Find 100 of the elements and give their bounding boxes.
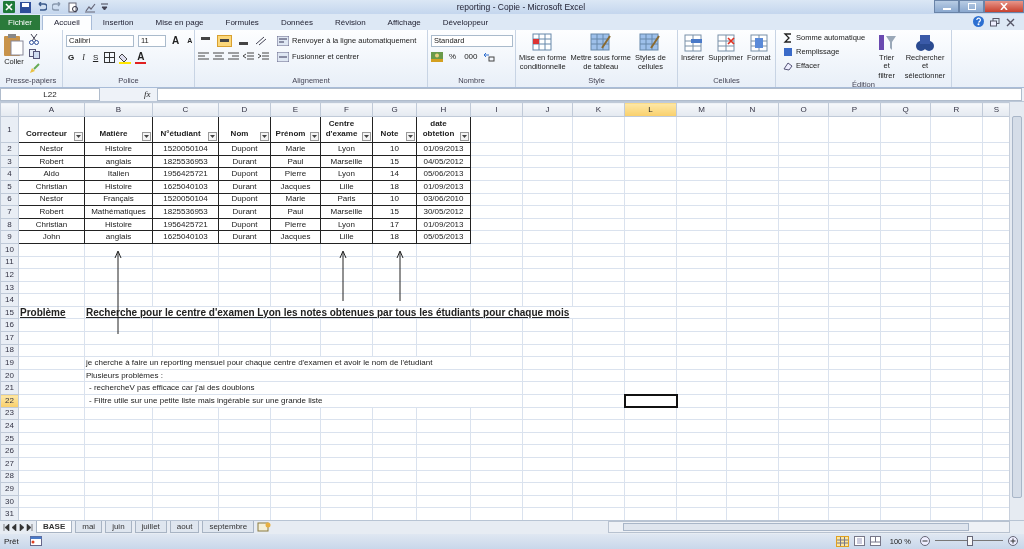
italic-button[interactable]: I xyxy=(80,53,87,63)
filter-dropdown-button[interactable] xyxy=(362,132,371,142)
column-header[interactable]: C xyxy=(152,102,219,117)
column-header[interactable]: Q xyxy=(880,102,931,117)
sheet-tab[interactable]: aout xyxy=(169,521,200,534)
customize-icon[interactable] xyxy=(101,2,108,12)
normal-view-icon[interactable] xyxy=(835,535,849,547)
table-cell: Dupont xyxy=(218,218,271,231)
filter-dropdown-button[interactable] xyxy=(74,132,83,142)
close-icon[interactable] xyxy=(1006,17,1015,27)
column-header[interactable]: I xyxy=(470,102,523,117)
table-cell: Robert xyxy=(18,205,85,219)
ribbon-tab[interactable]: Insertion xyxy=(91,14,145,30)
table-cell: 1956425721 xyxy=(152,218,219,231)
filter-dropdown-button[interactable] xyxy=(208,132,217,142)
macro-record-icon[interactable] xyxy=(29,536,42,547)
table-cell: Histoire xyxy=(84,218,153,231)
column-header[interactable]: R xyxy=(930,102,983,117)
font-color-button[interactable]: A xyxy=(135,51,147,64)
column-header[interactable]: P xyxy=(828,102,881,117)
column-header[interactable]: G xyxy=(372,102,417,117)
active-cell[interactable] xyxy=(624,394,677,408)
sheet-tab[interactable]: juillet xyxy=(134,521,167,534)
filter-dropdown-button[interactable] xyxy=(310,132,319,142)
undo-icon[interactable] xyxy=(36,2,47,13)
grow-font-button[interactable]: A xyxy=(170,35,182,47)
column-header[interactable]: B xyxy=(84,102,153,117)
table-cell: Durant xyxy=(218,230,271,244)
wrap-text-icon xyxy=(277,35,289,46)
align-left-icon[interactable] xyxy=(198,52,209,62)
increase-indent-icon[interactable] xyxy=(258,52,269,62)
maximize-button[interactable] xyxy=(959,0,984,13)
save-icon[interactable] xyxy=(20,1,31,13)
column-header[interactable]: L xyxy=(624,102,677,117)
sheet-tab[interactable]: juin xyxy=(105,521,132,534)
sheet-navigation-icon[interactable] xyxy=(3,523,33,531)
scissors-icon[interactable] xyxy=(29,33,39,45)
ribbon-tab[interactable]: Révision xyxy=(323,14,377,30)
percent-button[interactable]: % xyxy=(447,52,459,62)
command-icon xyxy=(783,32,793,43)
cells-grid-icon xyxy=(682,32,703,53)
column-header[interactable]: S xyxy=(982,102,1009,117)
borders-icon[interactable] xyxy=(104,52,116,64)
ribbon-tab[interactable]: Mise en page xyxy=(144,14,215,30)
align-center-icon[interactable] xyxy=(213,52,224,62)
table-cell: 18 xyxy=(372,230,417,244)
insert-function-button[interactable]: fx xyxy=(144,89,151,100)
column-heading: date obtetion xyxy=(421,119,456,141)
ribbon-tab[interactable]: Données xyxy=(269,14,324,30)
underline-button[interactable]: S xyxy=(90,53,101,63)
column-header[interactable]: A xyxy=(18,102,85,117)
column-header[interactable]: H xyxy=(416,102,471,117)
chart-icon[interactable] xyxy=(84,1,96,13)
zoom-out-icon[interactable] xyxy=(920,536,930,547)
ribbon-tab[interactable]: Développeur xyxy=(431,14,500,30)
column-header[interactable]: O xyxy=(778,102,829,117)
horizontal-scrollbar[interactable] xyxy=(608,521,1010,534)
filter-dropdown-button[interactable] xyxy=(460,132,469,142)
filter-dropdown-button[interactable] xyxy=(260,132,269,142)
ribbon-tab[interactable]: Formules xyxy=(214,14,270,30)
thousands-button[interactable]: 000 xyxy=(462,52,480,62)
restore-icon[interactable] xyxy=(990,17,1000,27)
filter-dropdown-button[interactable] xyxy=(142,132,151,142)
column-header[interactable]: J xyxy=(522,102,573,117)
table-cell: 1520050104 xyxy=(152,142,219,156)
ribbon-tab[interactable]: Affichage xyxy=(376,14,432,30)
sheet-tab[interactable]: septembre xyxy=(202,521,255,534)
decrease-indent-icon[interactable] xyxy=(243,52,254,62)
increase-decimal-icon[interactable] xyxy=(483,51,496,62)
ribbon-tab[interactable]: Accueil xyxy=(42,14,92,30)
align-right-icon[interactable] xyxy=(228,52,239,62)
zoom-slider-thumb[interactable] xyxy=(967,536,973,547)
page-break-icon[interactable] xyxy=(869,536,881,547)
column-header[interactable]: E xyxy=(270,102,321,117)
close-button[interactable] xyxy=(984,0,1024,13)
fill-color-icon[interactable] xyxy=(119,51,132,64)
sheet-tab[interactable]: mai xyxy=(75,521,103,534)
table-cell: 1520050104 xyxy=(152,193,219,206)
print-preview-icon[interactable] xyxy=(68,1,79,13)
filter-dropdown-button[interactable] xyxy=(406,132,415,142)
copy-icon[interactable] xyxy=(29,48,41,59)
minimize-button[interactable] xyxy=(934,0,959,13)
vertical-align-button[interactable] xyxy=(217,34,232,47)
caret-icon xyxy=(210,135,215,139)
orientation-icon[interactable] xyxy=(255,35,269,46)
column-header[interactable]: N xyxy=(726,102,779,117)
ribbon-tab[interactable]: Fichier xyxy=(0,14,40,30)
bold-button[interactable]: G xyxy=(66,53,77,63)
column-header[interactable]: M xyxy=(676,102,727,117)
align-bar-icon xyxy=(220,39,229,43)
vertical-scrollbar[interactable] xyxy=(1009,102,1024,521)
column-header[interactable]: K xyxy=(572,102,625,117)
zoom-in-icon[interactable] xyxy=(1008,536,1018,547)
currency-icon[interactable] xyxy=(431,51,443,62)
column-header[interactable]: F xyxy=(320,102,373,117)
help-icon[interactable] xyxy=(973,15,984,27)
sheet-tab[interactable]: BASE xyxy=(36,521,73,534)
row-header[interactable]: 1 xyxy=(0,116,19,143)
page-layout-icon[interactable] xyxy=(853,536,865,547)
column-header[interactable]: D xyxy=(218,102,271,117)
